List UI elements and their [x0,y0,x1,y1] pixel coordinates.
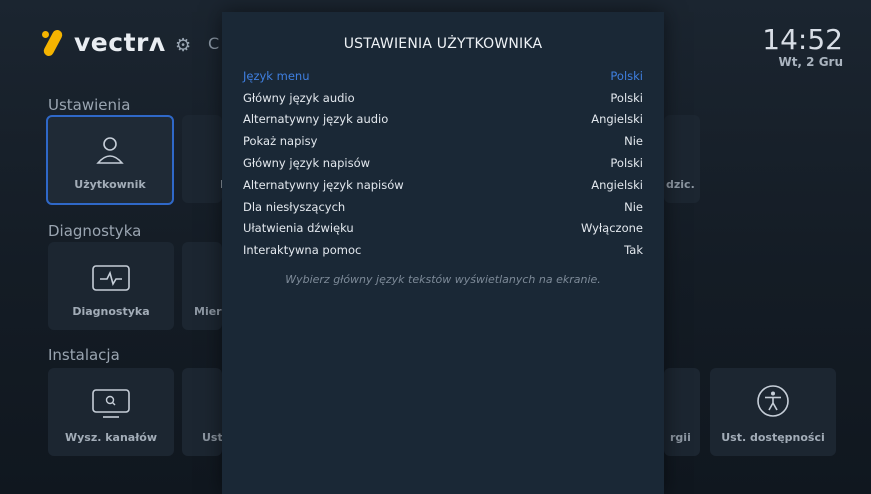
vectra-logo: vectrʌ [40,27,166,58]
accessibility-icon [710,384,836,424]
clock-date: Wt, 2 Gru [778,55,843,69]
tile-measure[interactable]: Mier [182,242,222,330]
clock: 14:52 Wt, 2 Gru [762,23,843,70]
screen: vectrʌ ⚙ C 14:52 Wt, 2 Gru Ustawienia Uż… [0,0,871,494]
setting-label: Pokaż napisy [243,134,318,149]
dialog-title: USTAWIENIA UŻYTKOWNIKA [343,36,543,52]
tile-channel-search-label: Wysz. kanałów [64,431,158,444]
tile-accessibility[interactable]: Ust. dostępności [710,368,836,456]
setting-value: Wyłączone [580,221,643,236]
setting-row-menu-language[interactable]: Język menu Polski [243,65,643,87]
help-hint: Wybierz główny język tekstów wyświetlany… [285,273,601,286]
setting-row-alt-audio[interactable]: Alternatywny język audio Angielski [243,109,643,131]
setting-label: Dla niesłyszących [243,199,346,214]
tile-channel-search[interactable]: Wysz. kanałów [48,368,174,456]
setting-value: Polski [610,68,643,83]
gear-icon[interactable]: ⚙ [175,35,191,56]
tile-user-label: Użytkownik [74,178,146,191]
setting-row-interactive-help[interactable]: Interaktywna pomoc Tak [243,239,643,261]
setting-label: Główny język audio [243,90,355,105]
setting-value: Nie [624,199,643,214]
clock-time: 14:52 [762,23,843,56]
settings-list: Język menu Polski Główny język audio Pol… [243,65,643,261]
tile-diagnostics-label: Diagnostyka [72,305,150,318]
vectra-logo-mark [40,27,66,58]
tile-diagnostics[interactable]: Diagnostyka [48,242,174,330]
section-title-installation: Instalacja [48,346,120,364]
setting-row-primary-subtitles[interactable]: Główny język napisów Polski [243,152,643,174]
tile-parental-label: dzic. [666,178,695,191]
pulse-icon [48,264,174,298]
setting-row-primary-audio[interactable]: Główny język audio Polski [243,87,643,109]
setting-row-alt-subtitles[interactable]: Alternatywny język napisów Angielski [243,174,643,196]
search-icon[interactable]: C [208,34,219,53]
setting-row-audio-accessibility[interactable]: Ułatwienia dźwięku Wyłączone [243,218,643,240]
setting-value: Nie [624,134,643,149]
user-settings-dialog: USTAWIENIA UŻYTKOWNIKA Język menu Polski… [222,12,664,494]
setting-value: Polski [610,90,643,105]
setting-row-show-subtitles[interactable]: Pokaż napisy Nie [243,130,643,152]
tile-energy[interactable]: rgii [664,368,700,456]
section-title-diagnostics: Diagnostyka [48,222,142,240]
setting-label: Alternatywny język audio [243,112,389,127]
setting-label: Alternatywny język napisów [243,177,404,192]
setting-label: Język menu [243,68,310,83]
tile-install-settings-label: Ust [202,431,223,444]
setting-label: Główny język napisów [243,156,371,171]
setting-label: Interaktywna pomoc [243,243,362,258]
setting-value: Angielski [591,112,643,127]
tile-second[interactable]: I [182,115,224,203]
setting-row-hearing-impaired[interactable]: Dla niesłyszących Nie [243,196,643,218]
tile-parental[interactable]: dzic. [664,115,700,203]
setting-value: Angielski [591,177,643,192]
tv-search-icon [48,388,174,426]
tile-energy-label: rgii [670,431,691,444]
tile-install-settings[interactable]: Ust [182,368,223,456]
tile-measure-label: Mier [194,305,222,318]
setting-value: Tak [624,243,643,258]
setting-value: Polski [610,156,643,171]
tile-accessibility-label: Ust. dostępności [721,431,825,444]
setting-label: Ułatwienia dźwięku [243,221,354,236]
vectra-logo-text: vectrʌ [74,27,166,57]
user-icon [48,135,172,171]
section-title-settings: Ustawienia [48,96,131,114]
tile-user[interactable]: Użytkownik [46,115,174,205]
